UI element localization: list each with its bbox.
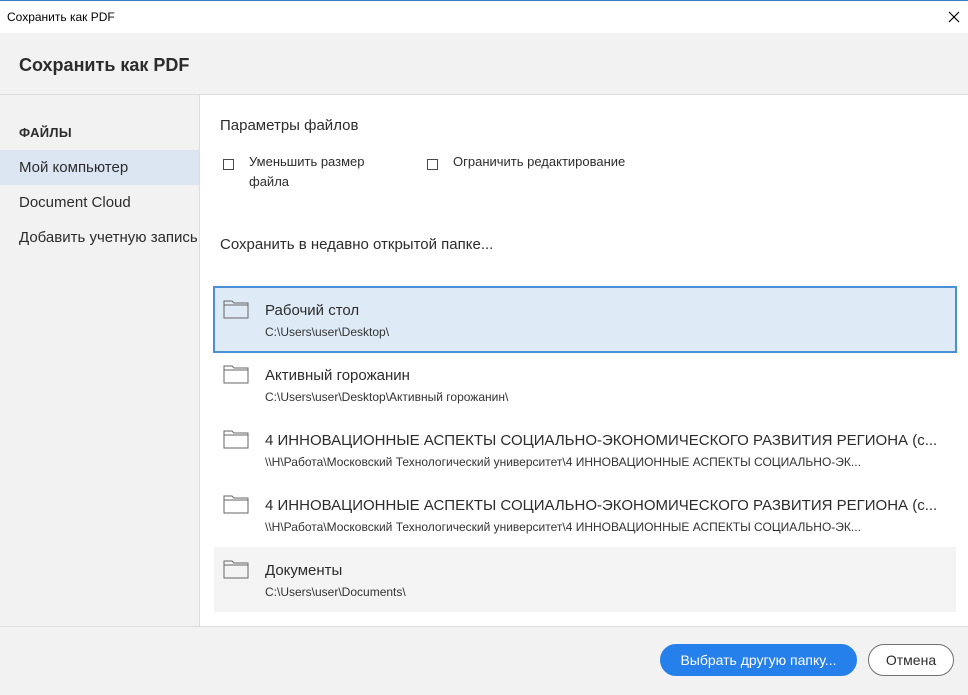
title-bar: Сохранить как PDF: [0, 1, 968, 33]
folder-path: C:\Users\user\Desktop\Активный горожанин…: [265, 390, 509, 404]
dialog-header: Сохранить как PDF: [0, 33, 968, 95]
folder-name: Рабочий стол: [265, 302, 360, 319]
window-title: Сохранить как PDF: [7, 10, 115, 24]
dialog-footer: Выбрать другую папку... Отмена: [0, 626, 968, 695]
main-panel: Параметры файлов Уменьшить размер файла …: [200, 95, 968, 626]
sidebar: ФАЙЛЫ Мой компьютер Document Cloud Добав…: [0, 95, 200, 626]
folder-name: Активный горожанин: [265, 367, 410, 384]
restrict-editing-checkbox[interactable]: Ограничить редактирование: [427, 154, 687, 172]
dialog-heading: Сохранить как PDF: [19, 55, 190, 75]
close-icon: [948, 11, 960, 23]
folder-path: \\Н\Работа\Московский Технологический ун…: [265, 520, 861, 534]
folder-item-documents[interactable]: Документы C:\Users\user\Documents\: [214, 547, 956, 612]
save-as-pdf-dialog: Сохранить как PDF Сохранить как PDF ФАЙЛ…: [0, 0, 968, 695]
folder-name: 4 ИННОВАЦИОННЫЕ АСПЕКТЫ СОЦИАЛЬНО-ЭКОНОМ…: [265, 497, 938, 514]
checkbox-icon[interactable]: [427, 159, 438, 170]
folder-icon: [223, 494, 249, 519]
folder-item-innovation-aspects-1[interactable]: 4 ИННОВАЦИОННЫЕ АСПЕКТЫ СОЦИАЛЬНО-ЭКОНОМ…: [214, 417, 956, 482]
sidebar-item-document-cloud[interactable]: Document Cloud: [0, 185, 199, 220]
checkbox-icon[interactable]: [223, 159, 234, 170]
recent-folders-title: Сохранить в недавно открытой папке...: [220, 236, 494, 253]
file-params-title: Параметры файлов: [220, 117, 359, 134]
folder-path: C:\Users\user\Documents\: [265, 585, 406, 599]
choose-other-folder-button[interactable]: Выбрать другую папку...: [660, 644, 857, 676]
folder-icon: [223, 364, 249, 389]
recent-folder-list: Рабочий стол C:\Users\user\Desktop\ Акти…: [213, 286, 957, 612]
folder-icon: [223, 429, 249, 454]
cancel-button[interactable]: Отмена: [868, 644, 954, 676]
folder-path: C:\Users\user\Desktop\: [265, 325, 390, 339]
folder-name: 4 ИННОВАЦИОННЫЕ АСПЕКТЫ СОЦИАЛЬНО-ЭКОНОМ…: [265, 432, 938, 449]
folder-item-active-citizen[interactable]: Активный горожанин C:\Users\user\Desktop…: [214, 352, 956, 417]
folder-icon: [223, 299, 249, 324]
sidebar-section-files: ФАЙЛЫ: [19, 125, 72, 140]
restrict-editing-label: Ограничить редактирование: [453, 154, 626, 169]
folder-icon: [223, 559, 249, 584]
reduce-size-label: Уменьшить размер файла: [249, 154, 365, 189]
sidebar-item-my-computer[interactable]: Мой компьютер: [0, 150, 199, 185]
close-button[interactable]: [940, 1, 968, 33]
folder-item-desktop[interactable]: Рабочий стол C:\Users\user\Desktop\: [213, 286, 957, 353]
folder-item-innovation-aspects-2[interactable]: 4 ИННОВАЦИОННЫЕ АСПЕКТЫ СОЦИАЛЬНО-ЭКОНОМ…: [214, 482, 956, 547]
folder-path: \\Н\Работа\Московский Технологический ун…: [265, 455, 861, 469]
folder-name: Документы: [265, 562, 343, 579]
reduce-size-checkbox[interactable]: Уменьшить размер файла: [223, 154, 383, 192]
sidebar-item-add-account[interactable]: Добавить учетную запись: [0, 220, 199, 255]
